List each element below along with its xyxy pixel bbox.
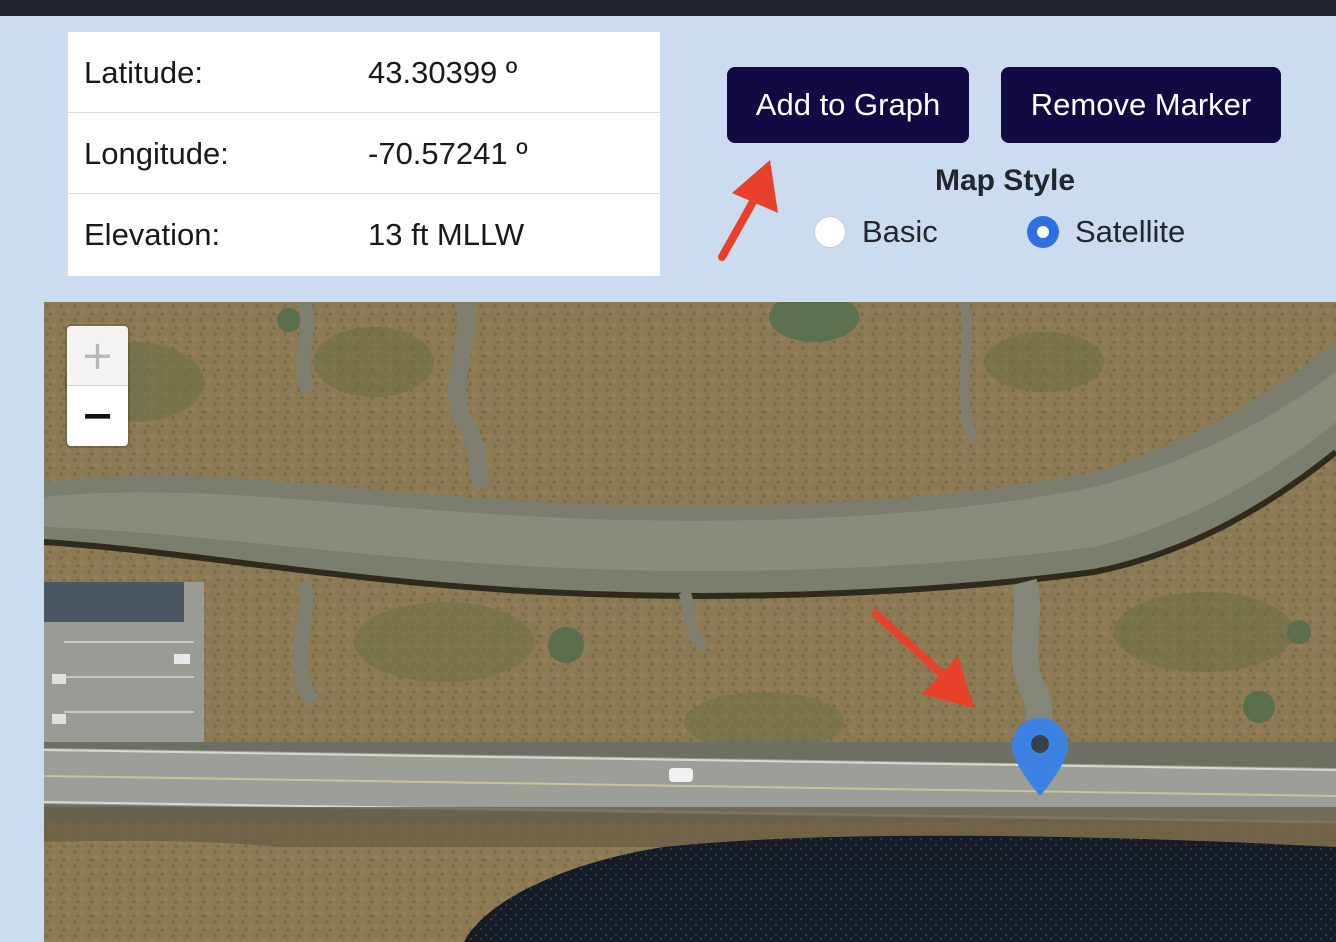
radio-basic-label[interactable]: Basic: [862, 214, 938, 250]
red-arrow-icon: [718, 160, 778, 261]
map-style-basic-option[interactable]: Basic: [814, 212, 938, 252]
map-style-satellite-option[interactable]: Satellite: [1027, 212, 1185, 252]
zoom-control: + −: [67, 326, 128, 446]
longitude-value: -70.57241 º: [368, 136, 528, 171]
longitude-label: Longitude:: [84, 136, 229, 171]
longitude-row: Longitude: -70.57241 º: [68, 113, 660, 194]
elevation-row: Elevation: 13 ft MLLW: [68, 194, 660, 275]
location-info-table: Latitude: 43.30399 º Longitude: -70.5724…: [68, 32, 660, 276]
latitude-value: 43.30399 º: [368, 55, 518, 90]
radio-satellite-label[interactable]: Satellite: [1075, 214, 1185, 250]
remove-marker-button[interactable]: Remove Marker: [1001, 67, 1281, 143]
satellite-map[interactable]: [44, 302, 1336, 942]
satellite-imagery: [44, 302, 1336, 942]
radio-satellite[interactable]: [1027, 216, 1059, 248]
latitude-row: Latitude: 43.30399 º: [68, 32, 660, 113]
top-bar: [0, 0, 1336, 16]
elevation-label: Elevation:: [84, 217, 221, 252]
latitude-label: Latitude:: [84, 55, 203, 90]
add-to-graph-button[interactable]: Add to Graph: [727, 67, 969, 143]
elevation-value: 13 ft MLLW: [368, 217, 525, 252]
map-style-title: Map Style: [934, 164, 1076, 197]
radio-basic[interactable]: [814, 216, 846, 248]
zoom-in-button[interactable]: +: [67, 326, 128, 386]
zoom-out-button[interactable]: −: [67, 386, 128, 445]
